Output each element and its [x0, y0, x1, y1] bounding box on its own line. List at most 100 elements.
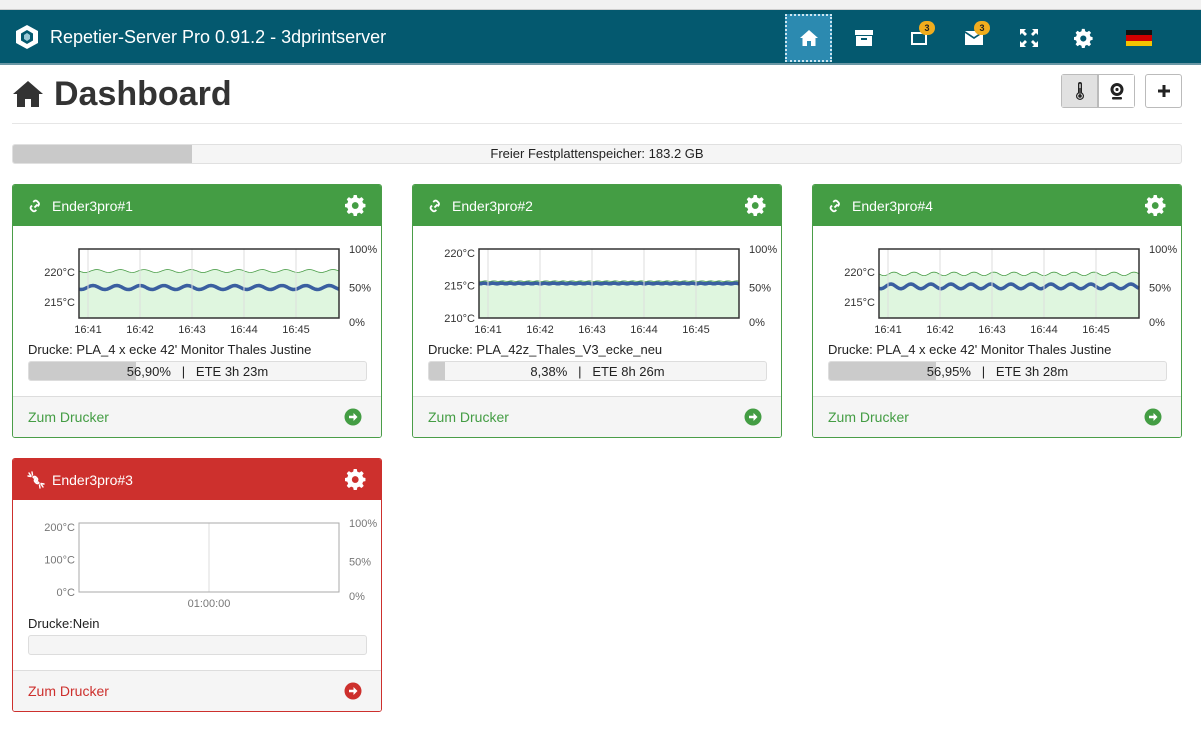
temperature-chart: 01:00:00 200°C 100°C 0°C 100% 50% 0% — [27, 513, 377, 613]
navbar: Repetier-Server Pro 0.91.2 - 3dprintserv… — [0, 10, 1201, 65]
time-tick-label: 16:43 — [578, 324, 606, 336]
expand-icon — [1019, 29, 1038, 47]
printer-card-header[interactable]: Ender3pro#1 — [13, 185, 381, 226]
printer-settings-gear-icon[interactable] — [745, 194, 767, 216]
time-tick-label: 16:42 — [126, 324, 154, 336]
nav-tablet-button[interactable]: 3 — [895, 14, 942, 62]
time-tick-label: 16:43 — [178, 324, 206, 336]
percent-tick-label: 50% — [749, 283, 771, 295]
temperature-chart: 16:41 16:42 16:43 16:44 16:45 220°C 215°C 100% 5… — [27, 239, 377, 339]
plus-icon — [1157, 85, 1170, 97]
temperature-tick-label: 220°C — [844, 267, 875, 279]
go-to-printer-label: Zum Drucker — [28, 683, 109, 699]
page-title: Dashboard — [54, 74, 232, 113]
printer-card-ender3pro1: Ender3pro#1 16:41 16:42 16:43 16:44 16:45 220… — [12, 184, 382, 438]
thermometer-icon — [1075, 82, 1084, 100]
print-job-label: Drucke: PLA_4 x ecke 42' Monitor Thales … — [828, 342, 1112, 357]
percent-tick-label: 100% — [749, 244, 777, 256]
webcam-view-button[interactable] — [1098, 74, 1135, 108]
target-temperature-area — [478, 280, 740, 319]
tablet-badge: 3 — [919, 21, 935, 35]
percent-tick-label: 0% — [349, 591, 365, 603]
nav-fullscreen-button[interactable] — [1005, 14, 1052, 62]
percent-tick-label: 0% — [349, 317, 365, 329]
nav-language-button[interactable] — [1115, 14, 1162, 62]
printer-settings-gear-icon[interactable] — [345, 468, 367, 490]
disk-space-label: Freier Festplattenspeicher: 183.2 GB — [490, 146, 704, 161]
time-tick-label: 16:41 — [74, 324, 102, 336]
go-to-printer-label: Zum Drucker — [828, 409, 909, 425]
printer-settings-gear-icon[interactable] — [1145, 194, 1167, 216]
messages-badge: 3 — [974, 21, 990, 35]
nav-archive-button[interactable] — [840, 14, 887, 62]
temperature-chart: 16:41 16:42 16:43 16:44 16:45 220°C 215°C 100% 5… — [827, 239, 1177, 339]
home-icon — [799, 30, 818, 46]
printer-settings-gear-icon[interactable] — [345, 194, 367, 216]
print-progress-label: 56,95% | ETE 3h 28m — [926, 364, 1069, 379]
printer-card-ender3pro3: Ender3pro#3 01:00:00 200°C 100°C 0°C 100% 50%… — [12, 458, 382, 712]
go-to-printer-link[interactable]: Zum Drucker — [13, 670, 381, 711]
go-to-printer-link[interactable]: Zum Drucker — [413, 396, 781, 437]
link-icon — [429, 199, 440, 212]
brand[interactable]: Repetier-Server Pro 0.91.2 - 3dprintserv… — [14, 24, 386, 50]
arrow-circle-right-icon — [344, 408, 362, 426]
extruder-temperature-line — [479, 281, 740, 286]
broken-link-icon — [27, 470, 45, 489]
temperature-tick-label: 215°C — [44, 297, 75, 309]
temperature-tick-label: 215°C — [444, 281, 475, 293]
percent-tick-label: 50% — [349, 283, 371, 295]
temperature-chart: 16:41 16:42 16:43 16:44 16:45 220°C 215°C 210°C… — [427, 239, 777, 339]
temperature-tick-label: 0°C — [57, 587, 76, 599]
temperature-tick-label: 200°C — [44, 522, 75, 534]
nav-messages-button[interactable]: 3 — [950, 14, 997, 62]
go-to-printer-label: Zum Drucker — [428, 409, 509, 425]
temperature-tick-label: 100°C — [44, 555, 75, 567]
arrow-circle-right-icon — [744, 408, 762, 426]
time-tick-label: 16:45 — [1082, 324, 1110, 336]
german-flag-icon — [1125, 30, 1152, 46]
gear-icon — [1073, 28, 1093, 48]
print-progress-bar: 8,38% | ETE 8h 26m — [428, 361, 767, 381]
arrow-circle-right-icon — [344, 682, 362, 700]
time-tick-label: 16:44 — [1030, 324, 1058, 336]
temperature-tick-label: 220°C — [44, 267, 75, 279]
temperature-tick-label: 220°C — [444, 248, 475, 260]
target-temperature-area — [878, 271, 1140, 319]
printer-name: Ender3pro#2 — [452, 197, 533, 214]
time-tick-label: 16:42 — [926, 324, 954, 336]
archive-icon — [854, 30, 873, 46]
add-printer-button[interactable] — [1145, 74, 1182, 108]
arrow-circle-right-icon — [1144, 408, 1162, 426]
time-tick-label: 01:00:00 — [188, 598, 231, 610]
go-to-printer-link[interactable]: Zum Drucker — [13, 396, 381, 437]
time-tick-label: 16:45 — [682, 324, 710, 336]
webcam-icon — [1109, 83, 1123, 100]
printer-name: Ender3pro#1 — [52, 197, 133, 214]
app-title: Repetier-Server Pro 0.91.2 - 3dprintserv… — [50, 27, 387, 47]
go-to-printer-label: Zum Drucker — [28, 409, 109, 425]
time-tick-label: 16:42 — [526, 324, 554, 336]
percent-tick-label: 50% — [1149, 283, 1171, 295]
page-header: Dashboard — [12, 72, 1182, 124]
printer-card-header[interactable]: Ender3pro#4 — [813, 185, 1181, 226]
printer-card-header[interactable]: Ender3pro#2 — [413, 185, 781, 226]
time-tick-label: 16:45 — [282, 324, 310, 336]
repetier-logo-icon — [16, 25, 38, 49]
temperature-view-button[interactable] — [1061, 74, 1098, 108]
print-progress-label: 56,90% | ETE 3h 23m — [126, 364, 269, 379]
print-progress-label: 8,38% | ETE 8h 26m — [530, 364, 665, 379]
target-temperature-area — [78, 269, 340, 319]
nav-settings-button[interactable] — [1060, 14, 1107, 62]
printer-card-ender3pro2: Ender3pro#2 16:41 16:42 16:43 16:44 16:45 220… — [412, 184, 782, 438]
link-icon — [29, 199, 40, 212]
print-job-label: Drucke: PLA_42z_Thales_V3_ecke_neu — [428, 342, 663, 357]
printer-card-header[interactable]: Ender3pro#3 — [13, 459, 381, 500]
go-to-printer-link[interactable]: Zum Drucker — [813, 396, 1181, 437]
print-progress-bar — [28, 635, 367, 655]
nav-home-button[interactable] — [785, 14, 832, 62]
percent-tick-label: 0% — [1149, 317, 1165, 329]
percent-tick-label: 0% — [749, 317, 765, 329]
printer-card-ender3pro4: Ender3pro#4 16:41 16:42 16:43 16:44 16:45 220… — [812, 184, 1182, 438]
printer-name: Ender3pro#4 — [852, 197, 933, 214]
print-job-label: Drucke:Nein — [28, 616, 100, 631]
